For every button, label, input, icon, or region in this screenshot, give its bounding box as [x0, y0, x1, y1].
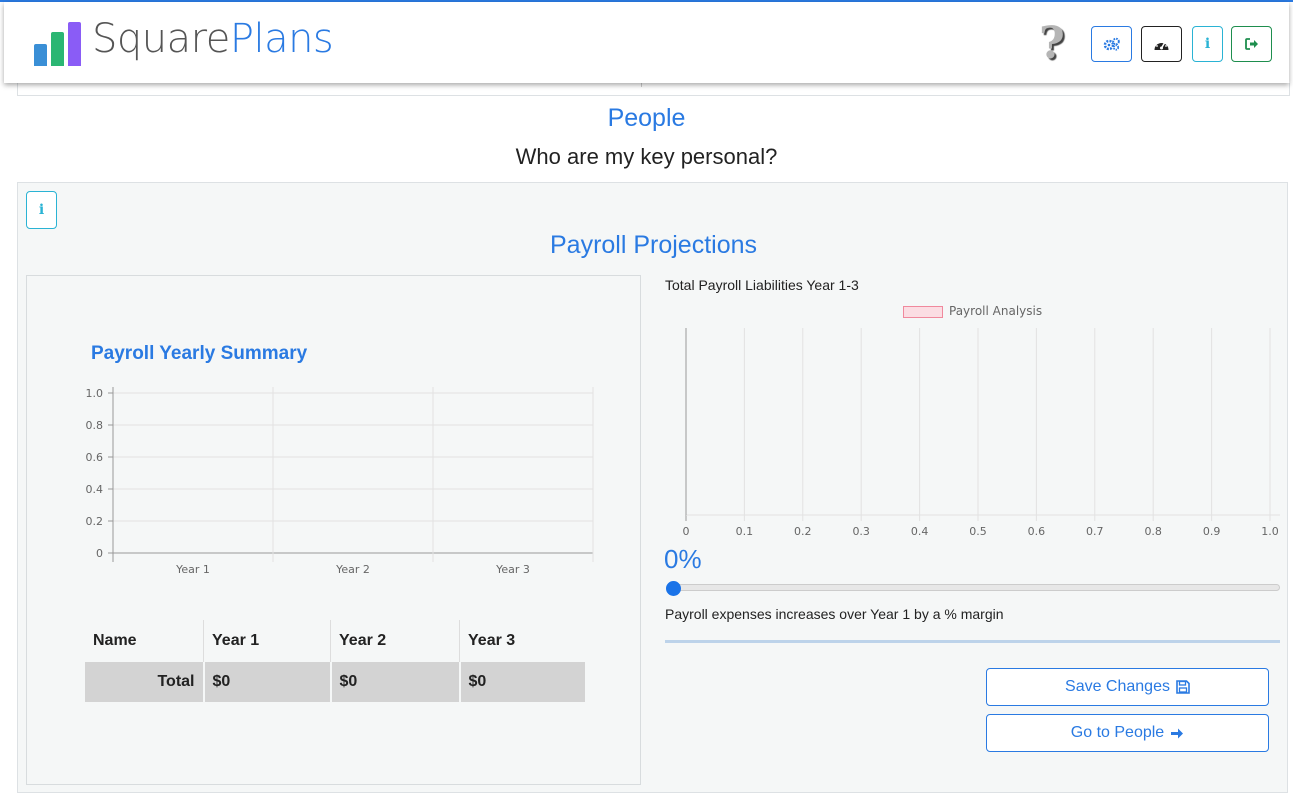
y-tick-label: 0.8: [86, 419, 104, 432]
table-cell: $0: [459, 662, 587, 702]
x-tick-label: 0.7: [1086, 525, 1104, 538]
x-tick-label: 0.6: [1028, 525, 1046, 538]
column-header: Year 3: [468, 632, 516, 649]
legend-swatch[interactable]: [903, 306, 943, 318]
slider-handle[interactable]: [666, 581, 681, 596]
row-label: Total: [85, 662, 205, 702]
payroll-panel: i Payroll Projections Payroll Yearly Sum…: [17, 182, 1288, 793]
section-title: Payroll Projections: [549, 231, 758, 259]
x-tick-label: Year 3: [495, 563, 530, 576]
save-label: Save Changes: [1065, 678, 1170, 695]
column-header: Name: [85, 620, 204, 662]
y-tick-label: 0.4: [86, 483, 104, 496]
summary-chart: 0 0.2 0.4 0.6 0.8 1.0 Year 1 Year 2 Year 3: [86, 387, 594, 576]
x-tick-label: 0.9: [1203, 525, 1221, 538]
go-label: Go to People: [1070, 724, 1165, 741]
x-tick-label: 1.0: [1261, 525, 1279, 538]
info-button[interactable]: i: [1192, 26, 1223, 62]
arrow-right-icon: [1171, 728, 1184, 738]
summary-table: Name Year 1 Year 2 Year 3 Total $0 $0 $0: [85, 620, 587, 702]
x-tick-label: 0.3: [852, 525, 870, 538]
app-header: SquarePlans ? i: [4, 2, 1289, 83]
x-tick-label: Year 1: [175, 563, 210, 576]
legend-label[interactable]: Payroll Analysis: [949, 304, 1042, 318]
help-icon[interactable]: ?: [1039, 22, 1065, 66]
summary-card: Payroll Yearly Summary 0 0.2 0.4 0.6 0.8 1.0 Y…: [26, 275, 641, 785]
dashboard-icon: [1154, 40, 1169, 50]
brand-part-square: Square: [92, 16, 230, 62]
x-tick-label: 0.5: [969, 525, 987, 538]
liabilities-chart-title: Total Payroll Liabilities Year 1-3: [665, 277, 859, 293]
x-tick-label: 0.2: [794, 525, 812, 538]
sign-out-icon: [1244, 38, 1258, 50]
column-header: Year 1: [203, 620, 331, 662]
page-title: People: [607, 104, 686, 132]
x-tick-label: 0.8: [1144, 525, 1162, 538]
logout-button[interactable]: [1231, 26, 1272, 62]
gears-icon: [1103, 37, 1120, 51]
percent-slider[interactable]: [666, 584, 1280, 591]
y-tick-label: 1.0: [86, 387, 104, 400]
save-changes-button[interactable]: Save Changes: [986, 668, 1269, 706]
logo-icon[interactable]: [34, 16, 85, 66]
logo-bar: [68, 22, 81, 66]
y-tick-label: 0.6: [86, 451, 104, 464]
page-subtitle: Who are my key personal?: [515, 144, 778, 169]
brand-name[interactable]: SquarePlans: [92, 16, 334, 62]
go-to-people-button[interactable]: Go to People: [986, 714, 1269, 752]
info-icon: i: [1204, 36, 1211, 52]
subbar-divider: [641, 83, 642, 87]
y-tick-label: 0.2: [86, 515, 104, 528]
section-info-button[interactable]: i: [26, 191, 57, 229]
logo-bar: [34, 44, 47, 66]
info-icon: i: [38, 202, 45, 218]
x-tick-label: 0: [683, 525, 690, 538]
brand-part-plans: Plans: [229, 16, 334, 62]
x-tick-label: 0.1: [736, 525, 754, 538]
y-tick-label: 0: [96, 547, 103, 560]
table-cell: $0: [203, 662, 332, 702]
table-row: Total $0 $0 $0: [85, 662, 587, 702]
x-tick-label: 0.4: [911, 525, 929, 538]
liabilities-chart: 0 0.1 0.2 0.3 0.4 0.5 0.6 0.7 0.8 0.9 1.0: [683, 328, 1280, 538]
divider: [665, 640, 1280, 643]
table-header-row: Name Year 1 Year 2 Year 3: [85, 620, 586, 662]
header-subbar: [17, 83, 1290, 96]
dashboard-button[interactable]: [1141, 26, 1182, 62]
x-tick-label: Year 2: [335, 563, 370, 576]
logo-bar: [51, 32, 64, 66]
slider-caption: Payroll expenses increases over Year 1 b…: [665, 606, 1004, 622]
settings-button[interactable]: [1091, 26, 1132, 62]
percent-readout: 0%: [664, 544, 702, 574]
floppy-icon: [1176, 680, 1190, 694]
table-cell: $0: [330, 662, 461, 702]
column-header: Year 2: [330, 620, 460, 662]
